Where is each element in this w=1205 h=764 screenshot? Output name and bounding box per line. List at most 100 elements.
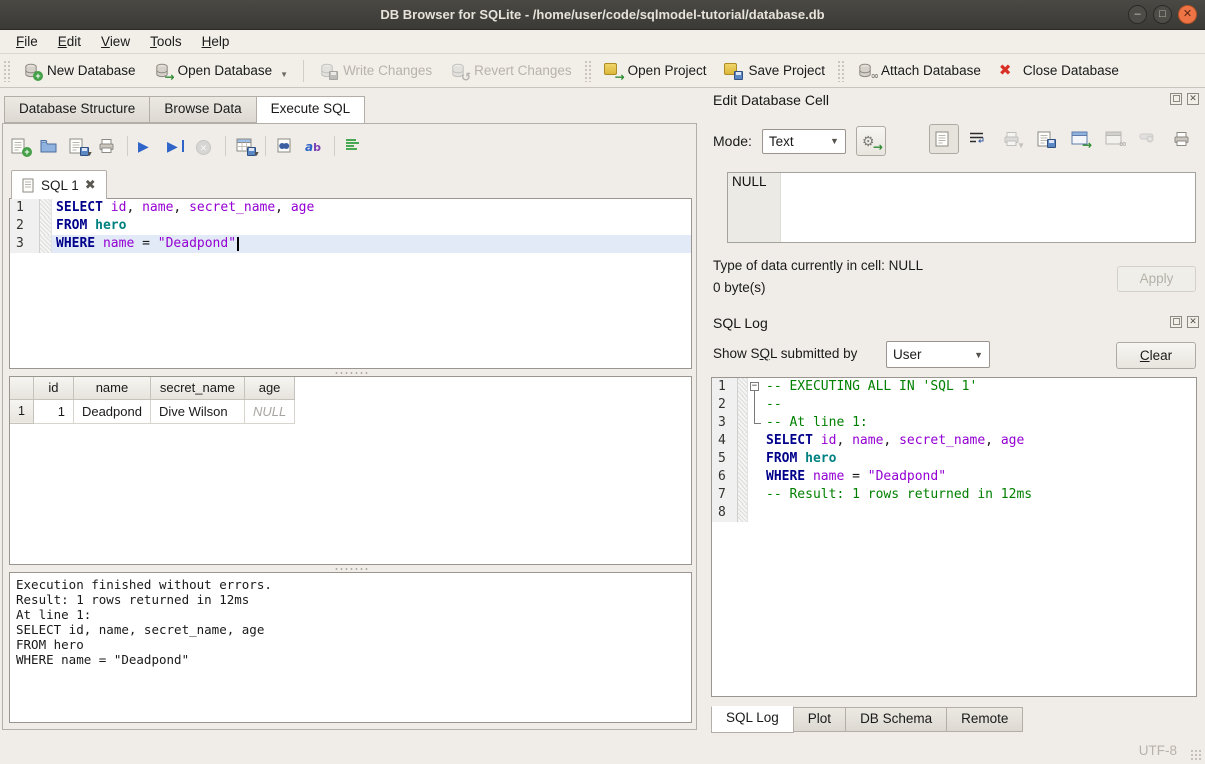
set-null-icon <box>1139 131 1157 147</box>
cell-age[interactable]: NULL <box>244 399 294 423</box>
fold-margin <box>748 396 762 414</box>
bottom-tab-remote[interactable]: Remote <box>947 707 1023 732</box>
close-database-button[interactable]: ✖Close Database <box>990 58 1128 84</box>
open-url-icon: ∞ <box>1105 131 1123 147</box>
format-sql-icon[interactable] <box>345 138 364 155</box>
fold-margin[interactable]: − <box>748 378 762 396</box>
save-cell-icon: ▼ <box>1003 131 1021 147</box>
export-data-button[interactable]: → <box>1065 124 1095 154</box>
auto-switch-mode-button[interactable]: ⚙→ <box>856 126 886 156</box>
export-csv-icon[interactable]: ▼ <box>236 138 255 155</box>
column-header-secret_name[interactable]: secret_name <box>150 377 244 399</box>
close-sql-tab-icon[interactable]: ✖ <box>85 177 96 193</box>
close-log-dock-icon[interactable]: ✕ <box>1187 316 1199 328</box>
menu-view[interactable]: View <box>91 31 140 52</box>
text-mode-button[interactable] <box>929 124 959 154</box>
fold-margin <box>748 504 762 522</box>
encoding-indicator[interactable]: UTF-8 <box>1139 743 1177 758</box>
tab-database-structure[interactable]: Database Structure <box>4 96 149 123</box>
cell-secret_name[interactable]: Dive Wilson <box>150 399 244 423</box>
find-icon[interactable] <box>276 138 295 155</box>
bottom-tab-sql-log[interactable]: SQL Log <box>711 706 794 733</box>
stop-execution-icon[interactable]: ✕ <box>196 138 215 155</box>
new-database-button[interactable]: +New Database <box>14 58 145 84</box>
cell-name[interactable]: Deadpond <box>73 399 150 423</box>
log-filter-combobox[interactable]: User▼ <box>886 341 990 368</box>
code-line: 7-- Result: 1 rows returned in 12ms <box>712 486 1196 504</box>
line-number: 4 <box>712 432 738 450</box>
sql-toolbar: + ▼ ▶ ▶ ✕ ▼ ab <box>11 132 364 160</box>
sql-editor-tab[interactable]: SQL 1 ✖ <box>11 170 107 199</box>
menu-help[interactable]: Help <box>192 31 240 52</box>
import-data-button[interactable] <box>1031 124 1061 154</box>
results-output-splitter[interactable] <box>9 565 692 572</box>
menu-edit[interactable]: Edit <box>48 31 91 52</box>
toolbar-handle[interactable] <box>3 60 11 82</box>
sql-editor[interactable]: 1SELECT id, name, secret_name, age2FROM … <box>9 198 692 369</box>
fold-margin <box>748 468 762 486</box>
maximize-button[interactable]: □ <box>1153 5 1172 24</box>
column-header-age[interactable]: age <box>244 377 294 399</box>
menu-file[interactable]: File <box>6 31 48 52</box>
set-null-button[interactable] <box>1133 124 1163 154</box>
replace-icon[interactable]: ab <box>305 138 324 155</box>
execute-all-icon[interactable]: ▶ <box>138 138 157 155</box>
line-number: 8 <box>712 504 738 522</box>
bottom-tab-plot[interactable]: Plot <box>794 707 846 732</box>
open-url-button[interactable]: ∞ <box>1099 124 1129 154</box>
table-row[interactable]: 11DeadpondDive WilsonNULL <box>10 399 295 423</box>
bottom-tab-bar: SQL LogPlotDB SchemaRemote <box>711 707 1023 733</box>
attach-database-button[interactable]: ∞Attach Database <box>848 58 990 84</box>
open-sql-file-icon[interactable] <box>40 138 59 155</box>
fold-margin <box>748 450 762 468</box>
word-wrap-button[interactable] <box>963 124 993 154</box>
log-filter-label: Show SQL submitted by <box>713 346 857 361</box>
line-number: 7 <box>712 486 738 504</box>
float-dock-icon[interactable] <box>1170 93 1182 105</box>
toolbar-button-label: Attach Database <box>881 63 981 78</box>
cell-id[interactable]: 1 <box>33 399 73 423</box>
new-sql-tab-icon[interactable]: + <box>11 138 30 155</box>
clear-log-button[interactable]: Clear <box>1116 342 1196 369</box>
minimize-button[interactable]: – <box>1128 5 1147 24</box>
export-data-icon: → <box>1071 131 1089 147</box>
write-changes-button[interactable]: Write Changes <box>310 58 441 84</box>
code-line: 2FROM hero <box>10 217 691 235</box>
column-header-name[interactable]: name <box>73 377 150 399</box>
main-toolbar: +New Database→Open Database▼ Write Change… <box>0 54 1205 88</box>
results-grid[interactable]: idnamesecret_nameage11DeadpondDive Wilso… <box>10 377 295 424</box>
open-project-icon: → <box>604 63 622 79</box>
revert-changes-button[interactable]: ↺Revert Changes <box>441 58 581 84</box>
toolbar-handle[interactable] <box>584 60 592 82</box>
bottom-tab-db-schema[interactable]: DB Schema <box>846 707 947 732</box>
line-number: 2 <box>10 217 40 235</box>
print-cell-button[interactable] <box>1167 124 1197 154</box>
import-data-icon <box>1037 131 1055 147</box>
tab-execute-sql[interactable]: Execute SQL <box>256 96 366 124</box>
execute-line-icon[interactable]: ▶ <box>167 138 186 155</box>
results-table[interactable]: idnamesecret_nameage11DeadpondDive Wilso… <box>9 376 692 565</box>
toolbar-handle[interactable] <box>837 60 845 82</box>
write-changes-icon <box>319 63 337 79</box>
open-project-button[interactable]: →Open Project <box>595 58 716 84</box>
resize-grip[interactable] <box>1190 749 1203 762</box>
toolbar-button-label: Save Project <box>748 63 825 78</box>
tab-browse-data[interactable]: Browse Data <box>149 96 255 123</box>
column-header-id[interactable]: id <box>33 377 73 399</box>
save-project-button[interactable]: Save Project <box>715 58 834 84</box>
save-sql-file-icon[interactable]: ▼ <box>69 138 88 155</box>
menu-tools[interactable]: Tools <box>140 31 192 52</box>
close-button[interactable]: ✕ <box>1178 5 1197 24</box>
dropdown-arrow-icon[interactable]: ▼ <box>280 70 288 79</box>
close-dock-icon[interactable]: ✕ <box>1187 93 1199 105</box>
close-database-icon: ✖ <box>999 63 1017 79</box>
save-cell-button[interactable]: ▼ <box>997 124 1027 154</box>
print-sql-icon[interactable] <box>98 138 117 155</box>
mode-combobox[interactable]: Text▼ <box>762 129 846 154</box>
sql-log-view[interactable]: 1−-- EXECUTING ALL IN 'SQL 1'2--3-- At l… <box>711 377 1197 697</box>
apply-button[interactable]: Apply <box>1117 266 1196 292</box>
open-database-button[interactable]: →Open Database▼ <box>145 58 298 84</box>
float-log-dock-icon[interactable] <box>1170 316 1182 328</box>
editor-results-splitter[interactable] <box>9 369 692 376</box>
cell-editor[interactable]: NULL <box>727 172 1196 243</box>
